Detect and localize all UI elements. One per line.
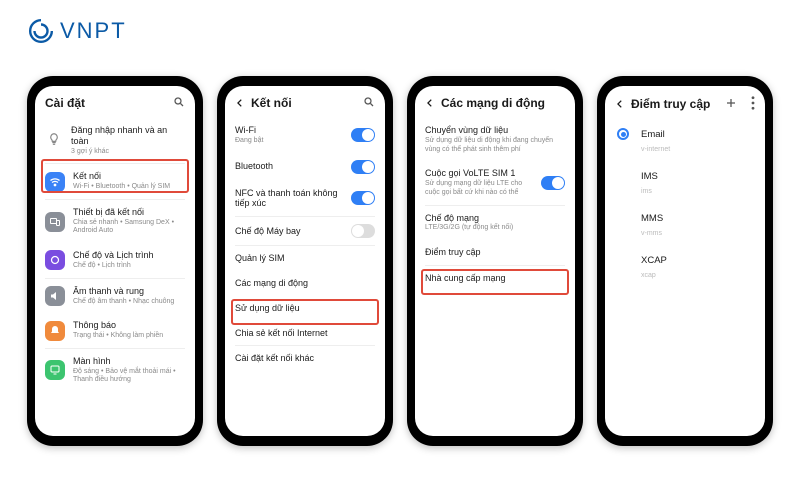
- item-title: Cài đặt kết nối khác: [235, 353, 375, 364]
- apn-value: xcap: [641, 272, 656, 279]
- settings-item[interactable]: Kết nốiWi-Fi • Bluetooth • Quản lý SIM: [35, 164, 195, 199]
- item-title: Điểm truy cập: [425, 247, 565, 258]
- phone-1: Cài đặt Đăng nhập nhanh và an toàn 3 gợi…: [27, 76, 203, 446]
- brand-name: VNPT: [60, 18, 127, 44]
- item-title: Quản lý SIM: [235, 253, 375, 264]
- settings-item[interactable]: Màn hìnhĐộ sáng • Bảo vệ mắt thoải mái •…: [35, 349, 195, 392]
- search-icon[interactable]: [173, 96, 185, 110]
- item-title: Chia sẻ kết nối Internet: [235, 328, 375, 339]
- settings-item-title: Chế độ và Lịch trình: [73, 250, 185, 261]
- back-icon[interactable]: [235, 98, 245, 108]
- item-subtitle: Sử dụng dữ liệu di động khi đang chuyển …: [425, 137, 565, 155]
- connections-item[interactable]: Sử dụng dữ liệu: [225, 296, 385, 321]
- mobile-network-item[interactable]: Cuộc gọi VoLTE SIM 1Sử dụng mạng dữ liệu…: [415, 161, 575, 204]
- settings-item-subtitle: Chia sẻ nhanh • Samsung DeX • Android Au…: [73, 219, 185, 237]
- apn-item[interactable]: MMS v-mms: [605, 205, 765, 247]
- item-title: Sử dụng dữ liệu: [235, 303, 375, 314]
- lightbulb-icon: [45, 132, 63, 149]
- radio-selected-icon[interactable]: [617, 128, 629, 140]
- settings-item-title: Thiết bị đã kết nối: [73, 207, 185, 218]
- apn-value: ims: [641, 188, 652, 195]
- connections-item[interactable]: Chế độ Máy bay: [225, 217, 385, 245]
- suggestion-tip[interactable]: Đăng nhập nhanh và an toàn 3 gợi ý khác: [35, 118, 195, 163]
- connections-item[interactable]: Các mạng di động: [225, 271, 385, 296]
- item-subtitle: Sử dụng mạng dữ liệu LTE cho cuộc gọi bấ…: [425, 180, 533, 198]
- toggle-switch[interactable]: [351, 191, 375, 205]
- apn-name: Email: [641, 129, 753, 140]
- connections-title: Kết nối: [251, 96, 357, 110]
- brand-logo: VNPT: [28, 18, 127, 44]
- connections-item[interactable]: Chia sẻ kết nối Internet: [225, 321, 385, 346]
- settings-item-icon: [45, 286, 65, 306]
- toggle-switch[interactable]: [351, 160, 375, 174]
- item-title: Chế độ Máy bay: [235, 226, 343, 237]
- phone-4: Điểm truy cập Email v-internet IMS ims MMS v-…: [597, 76, 773, 446]
- phone-row: Cài đặt Đăng nhập nhanh và an toàn 3 gợi…: [0, 76, 800, 446]
- mobile-network-item[interactable]: Nhà cung cấp mạng: [415, 266, 575, 291]
- item-title: Wi-Fi: [235, 125, 343, 136]
- settings-item-subtitle: Chế độ âm thanh • Nhạc chuông: [73, 298, 185, 307]
- settings-item-subtitle: Độ sáng • Bảo vệ mắt thoải mái • Thanh đ…: [73, 368, 185, 386]
- apn-name: IMS: [641, 171, 753, 182]
- settings-item-title: Âm thanh và rung: [73, 286, 185, 297]
- connections-item[interactable]: Wi-FiĐang bật: [225, 118, 385, 153]
- settings-item-title: Thông báo: [73, 320, 185, 331]
- settings-item-icon: [45, 360, 65, 380]
- settings-item-title: Kết nối: [73, 171, 185, 182]
- connections-item[interactable]: Bluetooth: [225, 153, 385, 181]
- settings-item-icon: [45, 321, 65, 341]
- item-title: Cuộc gọi VoLTE SIM 1: [425, 168, 533, 179]
- back-icon[interactable]: [615, 99, 625, 109]
- item-title: Các mạng di động: [235, 278, 375, 289]
- toggle-switch[interactable]: [351, 128, 375, 142]
- vnpt-swirl-icon: [28, 18, 54, 44]
- settings-item[interactable]: Thông báoTrạng thái • Không làm phiền: [35, 313, 195, 348]
- item-title: NFC và thanh toán không tiếp xúc: [235, 188, 343, 210]
- item-title: Nhà cung cấp mạng: [425, 273, 565, 284]
- item-subtitle: LTE/3G/2G (tự động kết nối): [425, 224, 565, 233]
- item-title: Chế độ mạng: [425, 213, 565, 224]
- settings-item-icon: [45, 172, 65, 192]
- settings-item-subtitle: Wi-Fi • Bluetooth • Quản lý SIM: [73, 183, 185, 192]
- connections-item[interactable]: Cài đặt kết nối khác: [225, 346, 385, 371]
- apn-item[interactable]: Email v-internet: [605, 120, 765, 163]
- settings-item-icon: [45, 212, 65, 232]
- phone-3: Các mạng di động Chuyển vùng dữ liệuSử d…: [407, 76, 583, 446]
- mobile-networks-title: Các mạng di động: [441, 96, 565, 110]
- settings-item[interactable]: Chế độ và Lịch trìnhChế độ • Lịch trình: [35, 243, 195, 278]
- apn-item[interactable]: IMS ims: [605, 163, 765, 205]
- settings-item[interactable]: Âm thanh và rungChế độ âm thanh • Nhạc c…: [35, 279, 195, 314]
- apn-name: MMS: [641, 213, 753, 224]
- mobile-network-item[interactable]: Chuyển vùng dữ liệuSử dụng dữ liệu di độ…: [415, 118, 575, 161]
- toggle-switch[interactable]: [351, 224, 375, 238]
- search-icon[interactable]: [363, 96, 375, 110]
- settings-item[interactable]: Thiết bị đã kết nốiChia sẻ nhanh • Samsu…: [35, 200, 195, 243]
- settings-item-subtitle: Chế độ • Lịch trình: [73, 262, 185, 271]
- add-icon[interactable]: [725, 97, 737, 111]
- back-icon[interactable]: [425, 98, 435, 108]
- toggle-switch[interactable]: [541, 176, 565, 190]
- settings-title: Cài đặt: [45, 96, 167, 110]
- more-icon[interactable]: [751, 96, 755, 112]
- item-title: Bluetooth: [235, 161, 343, 172]
- settings-item-icon: [45, 250, 65, 270]
- connections-item[interactable]: NFC và thanh toán không tiếp xúc: [225, 181, 385, 217]
- mobile-network-item[interactable]: Điểm truy cập: [415, 240, 575, 265]
- item-subtitle: Đang bật: [235, 137, 343, 146]
- mobile-network-item[interactable]: Chế độ mạngLTE/3G/2G (tự động kết nối): [415, 206, 575, 241]
- apn-name: XCAP: [641, 255, 753, 266]
- settings-item-subtitle: Trạng thái • Không làm phiền: [73, 332, 185, 341]
- apn-value: v-mms: [641, 230, 662, 237]
- connections-item[interactable]: Quản lý SIM: [225, 246, 385, 271]
- apn-title: Điểm truy cập: [631, 97, 719, 111]
- apn-item[interactable]: XCAP xcap: [605, 247, 765, 289]
- item-title: Chuyển vùng dữ liệu: [425, 125, 565, 136]
- settings-item-title: Màn hình: [73, 356, 185, 367]
- phone-2: Kết nối Wi-FiĐang bật Bluetooth NFC và tha…: [217, 76, 393, 446]
- apn-value: v-internet: [641, 146, 670, 153]
